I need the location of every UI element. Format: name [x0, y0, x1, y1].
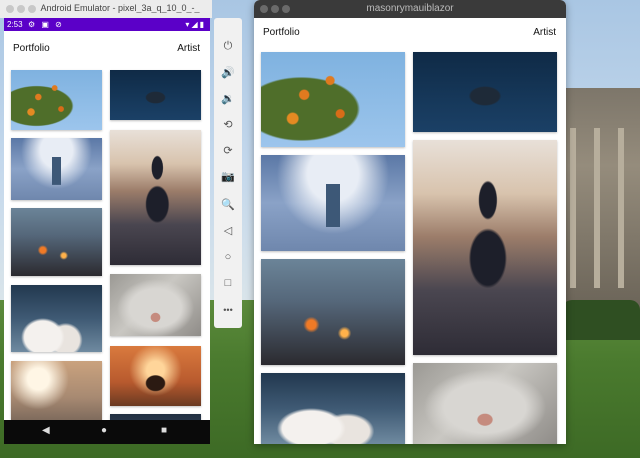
photo-bright-sun[interactable] — [11, 361, 102, 421]
zoom-icon[interactable]: 🔍 — [214, 198, 242, 211]
status-time: 2:53 — [7, 20, 23, 29]
emulator-titlebar[interactable]: Android Emulator - pixel_3a_q_10_0_-_ — [0, 0, 212, 18]
mac-window-title: masonrymauiblazor — [366, 3, 454, 14]
emulator-window-title: Android Emulator - pixel_3a_q_10_0_-_ — [40, 3, 200, 13]
photo-cat-nose[interactable] — [110, 274, 201, 336]
photo-clouds[interactable] — [11, 285, 102, 352]
app-title[interactable]: Portfolio — [13, 43, 50, 54]
home-icon[interactable]: ○ — [214, 251, 242, 263]
mac-photo-cat-nose[interactable] — [413, 363, 557, 444]
rotate-left-icon[interactable]: ⟲ — [214, 118, 242, 131]
nav-recents-icon[interactable]: ■ — [161, 425, 167, 436]
mac-artist-link[interactable]: Artist — [533, 27, 556, 38]
mac-app-window[interactable]: masonrymauiblazor Portfolio Artist — [254, 0, 566, 444]
app-header: Portfolio Artist — [4, 31, 210, 65]
back-icon[interactable]: ◁ — [214, 224, 242, 237]
emulator-screen[interactable]: 2:53 ⚙ ▣ ⊘ ▾◢▮ Portfolio Artist — [4, 18, 210, 444]
desktop-background-building — [560, 88, 640, 310]
more-icon[interactable]: ••• — [214, 305, 242, 315]
mac-titlebar[interactable]: masonrymauiblazor — [254, 0, 566, 18]
volume-down-icon[interactable]: 🔉 — [214, 92, 242, 105]
photo-swimmer[interactable] — [110, 70, 201, 120]
minimize-window-icon[interactable] — [17, 5, 25, 13]
power-icon[interactable]: ⏻ — [214, 40, 242, 53]
mac-photo-rain-window[interactable] — [261, 259, 405, 365]
mac-app-header: Portfolio Artist — [254, 18, 566, 50]
photo-sunset-person[interactable] — [110, 346, 201, 406]
android-status-bar: 2:53 ⚙ ▣ ⊘ ▾◢▮ — [4, 18, 210, 31]
mac-photo-clouds[interactable] — [261, 373, 405, 444]
nav-home-icon[interactable]: ● — [101, 425, 107, 436]
nav-back-icon[interactable]: ◀ — [42, 425, 50, 436]
status-icons: ⚙ ▣ ⊘ — [28, 20, 64, 29]
overview-icon[interactable]: □ — [214, 277, 242, 289]
mac-photo-swimmer[interactable] — [413, 52, 557, 132]
emulator-toolbar: ⏻ 🔊 🔉 ⟲ ⟳ 📷 🔍 ◁ ○ □ ••• — [214, 18, 242, 328]
mac-photo-orange-tree[interactable] — [261, 52, 405, 147]
photo-rain-window[interactable] — [11, 208, 102, 276]
photo-tower[interactable] — [11, 138, 102, 200]
android-navigation-bar: ◀ ● ■ — [4, 420, 210, 444]
desktop-background-hedge — [562, 300, 640, 340]
photo-silhouette[interactable] — [110, 130, 201, 265]
rotate-right-icon[interactable]: ⟳ — [214, 144, 242, 157]
photo-orange-tree[interactable] — [11, 70, 102, 130]
camera-icon[interactable]: 📷 — [214, 170, 242, 183]
mac-photo-tower[interactable] — [261, 155, 405, 251]
mac-photo-silhouette[interactable] — [413, 140, 557, 355]
mac-app-title[interactable]: Portfolio — [263, 27, 300, 38]
artist-link[interactable]: Artist — [177, 43, 200, 54]
close-window-icon[interactable] — [6, 5, 14, 13]
volume-up-icon[interactable]: 🔊 — [214, 66, 242, 79]
status-right-icons: ▾◢▮ — [185, 20, 206, 29]
